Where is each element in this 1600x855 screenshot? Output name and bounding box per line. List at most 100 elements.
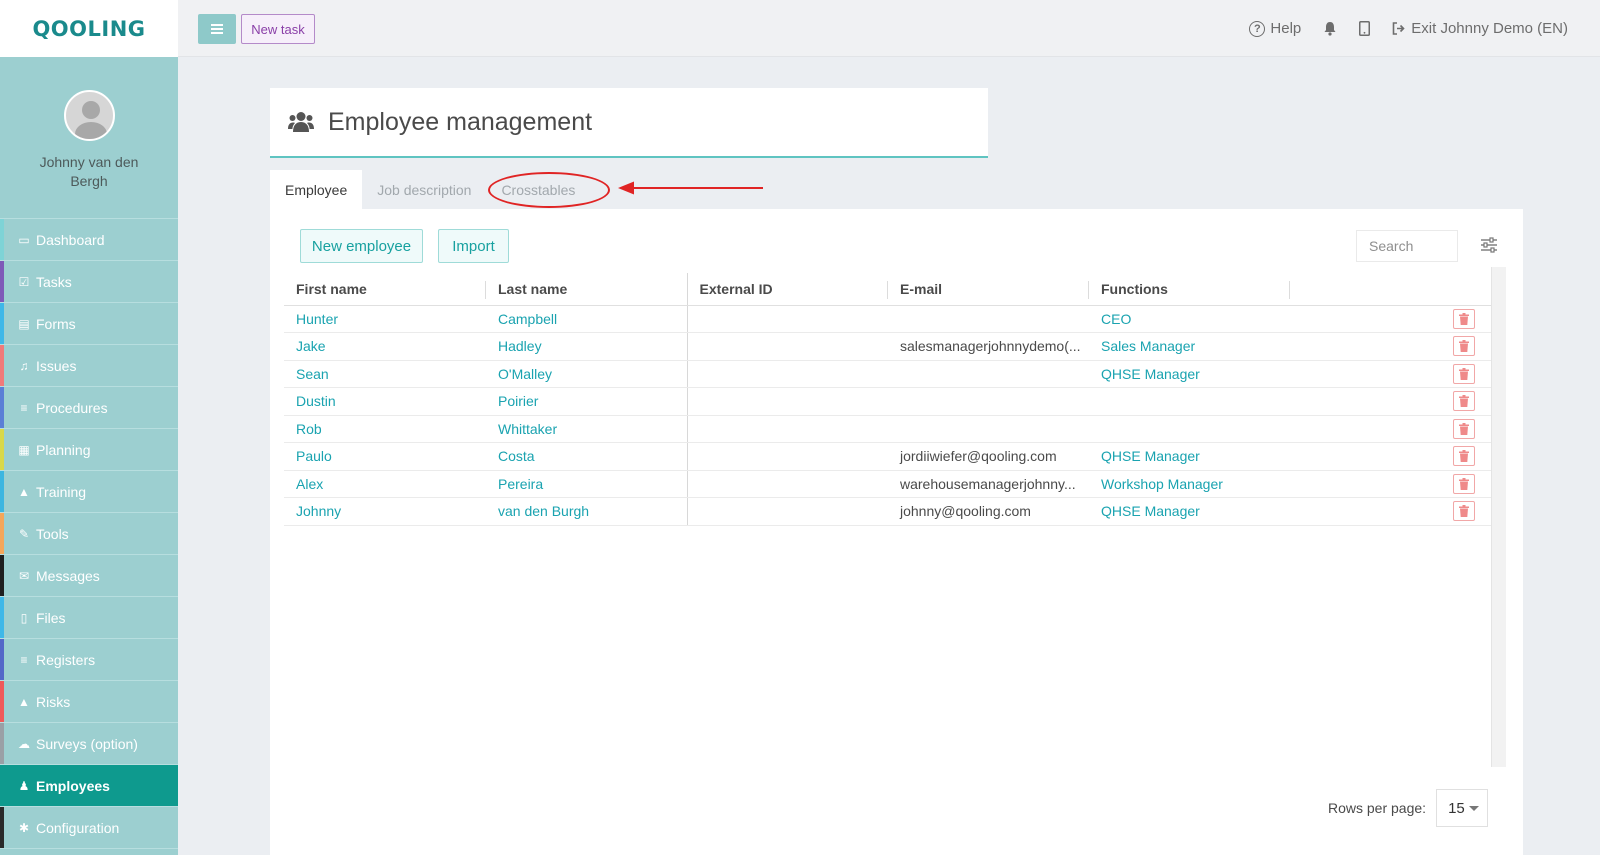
last-name-cell[interactable]: O'Malley	[486, 360, 687, 388]
delete-button[interactable]	[1453, 308, 1475, 329]
sidebar-item-tasks[interactable]: ☑ Tasks	[0, 261, 178, 303]
table-row[interactable]: Dustin Poirier	[284, 387, 1491, 416]
table-row[interactable]: Paulo Costa jordiiwiefer@qooling.com QHSE M…	[284, 442, 1491, 471]
wrench-icon: ✎	[18, 526, 30, 541]
email-cell	[888, 360, 1089, 388]
function-cell[interactable]: Workshop Manager	[1089, 470, 1290, 498]
rows-per-page-label: Rows per page:	[1328, 800, 1427, 816]
sidebar-item-label: Planning	[36, 441, 91, 458]
function-cell[interactable]: QHSE Manager	[1089, 360, 1290, 388]
email-cell: johnny@qooling.com	[888, 497, 1089, 526]
sidebar-item-procedures[interactable]: ≡ Procedures	[0, 387, 178, 429]
help-icon: ?	[1249, 20, 1266, 37]
last-name-cell[interactable]: Whittaker	[486, 415, 687, 443]
trash-icon	[1459, 395, 1469, 408]
first-name-cell[interactable]: Paulo	[284, 442, 486, 471]
sidebar-item-issues[interactable]: ♫ Issues	[0, 345, 178, 387]
delete-button[interactable]	[1453, 446, 1475, 467]
delete-button[interactable]	[1453, 473, 1475, 494]
last-name-cell[interactable]: Costa	[486, 442, 687, 471]
sidebar-item-tools[interactable]: ✎ Tools	[0, 513, 178, 555]
external-id-cell	[686, 332, 888, 361]
trash-icon	[1459, 477, 1469, 490]
column-header-external-id[interactable]: External ID	[686, 273, 888, 306]
delete-button[interactable]	[1453, 501, 1475, 522]
row-actions-cell	[1290, 360, 1491, 388]
first-name-cell[interactable]: Hunter	[284, 305, 486, 333]
new-task-button[interactable]: New task	[241, 14, 315, 44]
function-cell[interactable]: QHSE Manager	[1089, 497, 1290, 526]
table-row[interactable]: Hunter Campbell CEO	[284, 305, 1491, 333]
tablet-button[interactable]	[1359, 21, 1371, 36]
table-row[interactable]: Johnny van den Burgh johnny@qooling.com QHS…	[284, 497, 1491, 526]
tab-crosstables[interactable]: Crosstables	[486, 170, 590, 209]
sidebar-item-planning[interactable]: ▦ Planning	[0, 429, 178, 471]
last-name-cell[interactable]: Poirier	[486, 387, 687, 416]
external-id-cell	[686, 387, 888, 416]
first-name-cell[interactable]: Johnny	[284, 497, 486, 526]
function-cell[interactable]: CEO	[1089, 305, 1290, 333]
function-cell[interactable]: Sales Manager	[1089, 332, 1290, 361]
sidebar-item-color-stripe	[0, 765, 4, 806]
delete-button[interactable]	[1453, 363, 1475, 384]
table-row[interactable]: Alex Pereira warehousemanagerjohnny... Work…	[284, 470, 1491, 498]
first-name-cell[interactable]: Alex	[284, 470, 486, 498]
sidebar-item-employees[interactable]: ♟ Employees	[0, 765, 178, 807]
hamburger-menu-button[interactable]	[198, 14, 236, 44]
sidebar-item-color-stripe	[0, 387, 4, 428]
new-employee-button[interactable]: New employee	[300, 229, 423, 263]
last-name-cell[interactable]: Pereira	[486, 470, 687, 498]
delete-button[interactable]	[1453, 391, 1475, 412]
trash-icon	[1459, 367, 1469, 380]
last-name-cell[interactable]: Hadley	[486, 332, 687, 361]
table-scrollbar[interactable]	[1491, 267, 1506, 767]
rows-per-page-select[interactable]: 15	[1436, 789, 1489, 827]
table-row[interactable]: Sean O'Malley QHSE Manager	[284, 360, 1491, 388]
tablet-icon	[1359, 21, 1371, 36]
column-header-email[interactable]: E-mail	[888, 273, 1089, 306]
tab-employee[interactable]: Employee	[270, 170, 363, 209]
tab-job-description[interactable]: Job description	[362, 170, 486, 209]
first-name-cell[interactable]: Dustin	[284, 387, 486, 416]
warning-icon: ▲	[18, 694, 30, 709]
monitor-icon: ▭	[18, 232, 30, 247]
avatar[interactable]	[63, 90, 115, 141]
first-name-cell[interactable]: Sean	[284, 360, 486, 388]
function-cell[interactable]	[1089, 387, 1290, 416]
sidebar-item-color-stripe	[0, 345, 4, 386]
help-link[interactable]: ? Help	[1249, 20, 1301, 37]
import-button[interactable]: Import	[438, 229, 509, 263]
sidebar-item-surveys-option[interactable]: ☁ Surveys (option)	[0, 723, 178, 765]
email-cell	[888, 415, 1089, 443]
sidebar-item-configuration[interactable]: ✱ Configuration	[0, 807, 178, 849]
sidebar-item-label: Employees	[36, 777, 110, 794]
sidebar-item-registers[interactable]: ≡ Registers	[0, 639, 178, 681]
trash-icon	[1459, 312, 1469, 325]
notifications-button[interactable]	[1323, 21, 1337, 36]
sidebar-item-risks[interactable]: ▲ Risks	[0, 681, 178, 723]
column-header-last-name[interactable]: Last name	[486, 273, 687, 306]
sidebar-item-training[interactable]: ▲ Training	[0, 471, 178, 513]
function-cell[interactable]	[1089, 415, 1290, 443]
email-cell	[888, 387, 1089, 416]
column-header-functions[interactable]: Functions	[1089, 273, 1290, 306]
table-row[interactable]: Rob Whittaker	[284, 415, 1491, 443]
sidebar-item-files[interactable]: ▯ Files	[0, 597, 178, 639]
sidebar-item-forms[interactable]: ▤ Forms	[0, 303, 178, 345]
delete-button[interactable]	[1453, 336, 1475, 357]
column-settings-icon[interactable]	[1480, 236, 1498, 254]
delete-button[interactable]	[1453, 418, 1475, 439]
exit-demo-link[interactable]: Exit Johnny Demo (EN)	[1392, 20, 1568, 37]
last-name-cell[interactable]: van den Burgh	[486, 497, 687, 526]
first-name-cell[interactable]: Jake	[284, 332, 486, 361]
table-row[interactable]: Jake Hadley salesmanagerjohnnydemo(... Sale…	[284, 332, 1491, 361]
first-name-cell[interactable]: Rob	[284, 415, 486, 443]
column-header-first-name[interactable]: First name	[284, 273, 486, 306]
logo[interactable]: QOOLING	[32, 17, 145, 41]
search-input[interactable]	[1356, 230, 1458, 262]
sidebar-item-dashboard[interactable]: ▭ Dashboard	[0, 219, 178, 261]
last-name-cell[interactable]: Campbell	[486, 305, 687, 333]
sidebar-item-color-stripe	[0, 513, 4, 554]
sidebar-item-messages[interactable]: ✉ Messages	[0, 555, 178, 597]
function-cell[interactable]: QHSE Manager	[1089, 442, 1290, 471]
